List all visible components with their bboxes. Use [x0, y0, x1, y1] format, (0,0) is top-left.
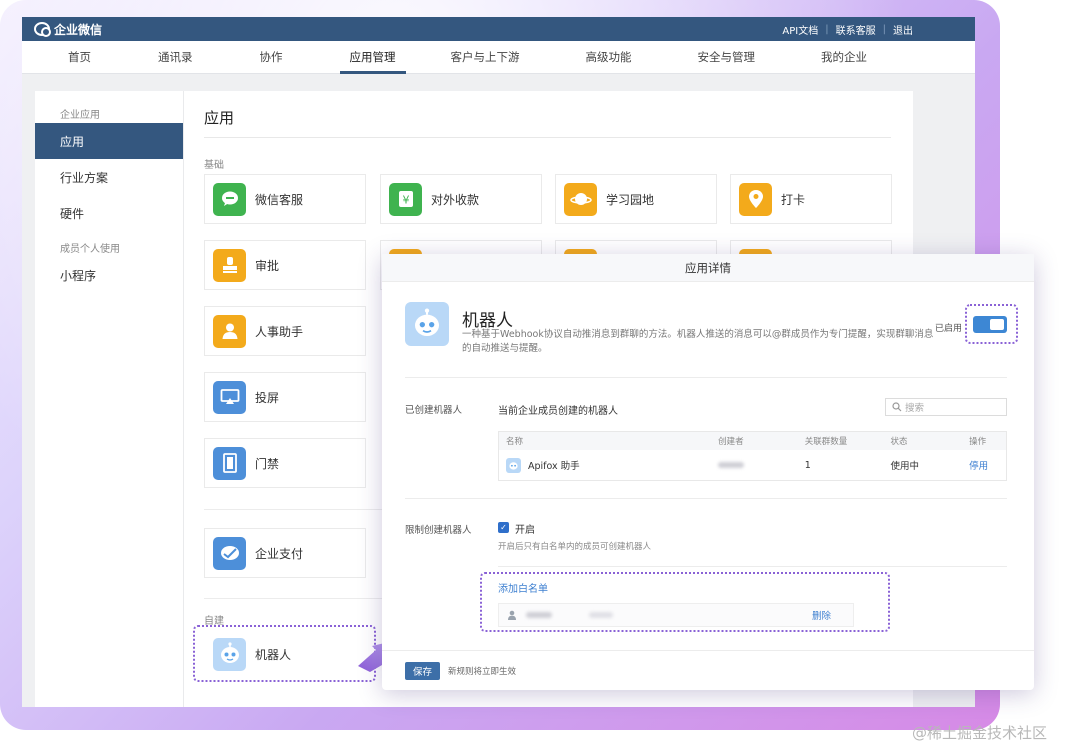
app-label: 企业支付	[255, 546, 304, 561]
cell-status: 使用中	[890, 461, 919, 472]
column-header-status: 状态	[890, 437, 908, 447]
restrict-option-label: 开启	[515, 525, 535, 536]
created-robots-desc: 当前企业成员创建的机器人	[498, 406, 618, 417]
app-card-access[interactable]: 门禁	[204, 438, 366, 488]
cell-creator	[711, 462, 798, 468]
nav-security[interactable]: 安全与管理	[698, 41, 756, 73]
table-row: Apifox 助手 1 使用中 停用	[499, 450, 1006, 480]
toggle-highlight	[965, 304, 1018, 344]
nav-my-enterprise[interactable]: 我的企业	[821, 41, 867, 73]
restrict-checkbox[interactable]: ✓	[498, 522, 509, 533]
app-label: 投屏	[255, 390, 280, 405]
location-pin-icon	[739, 182, 772, 216]
cell-groups: 1	[804, 459, 811, 471]
app-label: 学习园地	[606, 192, 655, 207]
column-header-groups: 关联群数量	[804, 437, 848, 447]
stamp-icon	[213, 248, 246, 282]
chat-bubble-icon	[213, 182, 246, 216]
blurred-creator	[718, 462, 745, 468]
app-card-learning[interactable]: 学习园地	[555, 174, 717, 224]
sidebar: 企业应用 应用 行业方案 硬件 成员个人使用 小程序	[35, 91, 184, 707]
api-docs-link[interactable]: API文档	[782, 22, 818, 37]
watermark: @稀土掘金技术社区	[912, 724, 1048, 742]
section-basic-label: 基础	[204, 160, 224, 171]
robot-card-highlight	[193, 625, 376, 682]
created-robots-label: 已创建机器人	[405, 405, 463, 416]
app-card-payment[interactable]: ¥ 对外收款	[380, 174, 542, 224]
nav-customers[interactable]: 客户与上下游	[451, 41, 520, 73]
app-card-enterprise-pay[interactable]: 企业支付	[204, 528, 366, 578]
column-header-action: 操作	[969, 437, 987, 447]
wework-logo-icon	[34, 22, 51, 37]
search-placeholder: 搜索	[905, 403, 925, 414]
app-detail-modal: 应用详情 机器人 一种基于Webhook协议自动推消息到群聊的方法。机器人推送的…	[382, 254, 1034, 690]
logout-link[interactable]: 退出	[893, 22, 913, 37]
footer-hint: 新规则将立即生效	[448, 667, 517, 677]
screen-cast-icon	[213, 380, 246, 414]
divider: |	[882, 23, 886, 35]
robot-icon	[405, 302, 449, 346]
search-icon	[892, 402, 902, 412]
enabled-status-label: 已启用	[935, 324, 963, 334]
sidebar-item-miniprogram[interactable]: 小程序	[35, 257, 183, 293]
robots-table: 名称 创建者 关联群数量 状态 操作 Apifox 助手 1 使用中 停用	[498, 431, 1007, 481]
divider	[405, 498, 1007, 499]
save-button[interactable]: 保存	[405, 662, 440, 680]
app-card-approval[interactable]: 审批	[204, 240, 366, 290]
app-card-wechat-service[interactable]: 微信客服	[204, 174, 366, 224]
table-header: 名称 创建者 关联群数量 状态 操作	[499, 432, 1006, 450]
nav-contacts[interactable]: 通讯录	[158, 41, 193, 73]
yuan-icon: ¥	[389, 182, 422, 216]
cell-name: Apifox 助手	[499, 457, 711, 473]
person-icon	[213, 314, 246, 348]
app-label: 微信客服	[255, 192, 304, 207]
app-label: 审批	[255, 258, 280, 273]
planet-icon	[564, 182, 597, 216]
app-label: 门禁	[255, 456, 280, 471]
app-card-screencast[interactable]: 投屏	[204, 372, 366, 422]
nav-advanced[interactable]: 高级功能	[586, 41, 632, 73]
brand-name: 企业微信	[54, 22, 103, 37]
nav-collaboration[interactable]: 协作	[260, 41, 283, 73]
nav-app-management[interactable]: 应用管理	[339, 41, 406, 74]
app-description: 一种基于Webhook协议自动推消息到群聊的方法。机器人推送的消息可以@群成员作…	[462, 329, 934, 354]
app-label: 打卡	[781, 192, 806, 207]
brand[interactable]: 企业微信	[22, 21, 102, 38]
search-input[interactable]: 搜索	[885, 398, 1007, 416]
sidebar-item-apps[interactable]: 应用	[35, 123, 183, 159]
contact-support-link[interactable]: 联系客服	[836, 22, 876, 37]
robot-icon	[506, 457, 521, 473]
disable-robot-link[interactable]: 停用	[962, 458, 1006, 472]
nav-home[interactable]: 首页	[68, 41, 91, 73]
sidebar-group-personal: 成员个人使用	[60, 243, 120, 255]
restrict-hint: 开启后只有白名单内的成员可创建机器人	[498, 542, 652, 552]
column-header-name: 名称	[506, 437, 524, 447]
app-card-hr[interactable]: 人事助手	[204, 306, 366, 356]
payment-card-icon	[213, 536, 246, 570]
divider	[382, 650, 1034, 651]
modal-header: 应用详情	[382, 254, 1034, 282]
top-links: API文档 | 联系客服 | 退出	[782, 22, 975, 37]
divider	[405, 377, 1007, 378]
sidebar-item-hardware[interactable]: 硬件	[35, 195, 183, 231]
sidebar-item-industry[interactable]: 行业方案	[35, 159, 183, 195]
app-card-checkin[interactable]: 打卡	[730, 174, 892, 224]
main-nav: 首页 通讯录 协作 应用管理 客户与上下游 高级功能 安全与管理 我的企业	[22, 41, 975, 74]
sidebar-group-enterprise-apps: 企业应用	[60, 109, 100, 121]
page-title: 应用	[204, 109, 235, 127]
robot-name: Apifox 助手	[528, 461, 580, 472]
restrict-create-label: 限制创建机器人	[405, 525, 472, 536]
column-header-creator: 创建者	[718, 437, 744, 447]
app-label: 人事助手	[255, 324, 304, 339]
app-label: 对外收款	[431, 192, 480, 207]
top-bar: 企业微信 API文档 | 联系客服 | 退出	[22, 17, 975, 41]
door-icon	[213, 446, 246, 480]
whitelist-highlight	[480, 572, 890, 632]
divider	[498, 566, 1007, 567]
divider: |	[825, 23, 829, 35]
svg-text:¥: ¥	[402, 194, 409, 207]
divider	[204, 137, 891, 138]
